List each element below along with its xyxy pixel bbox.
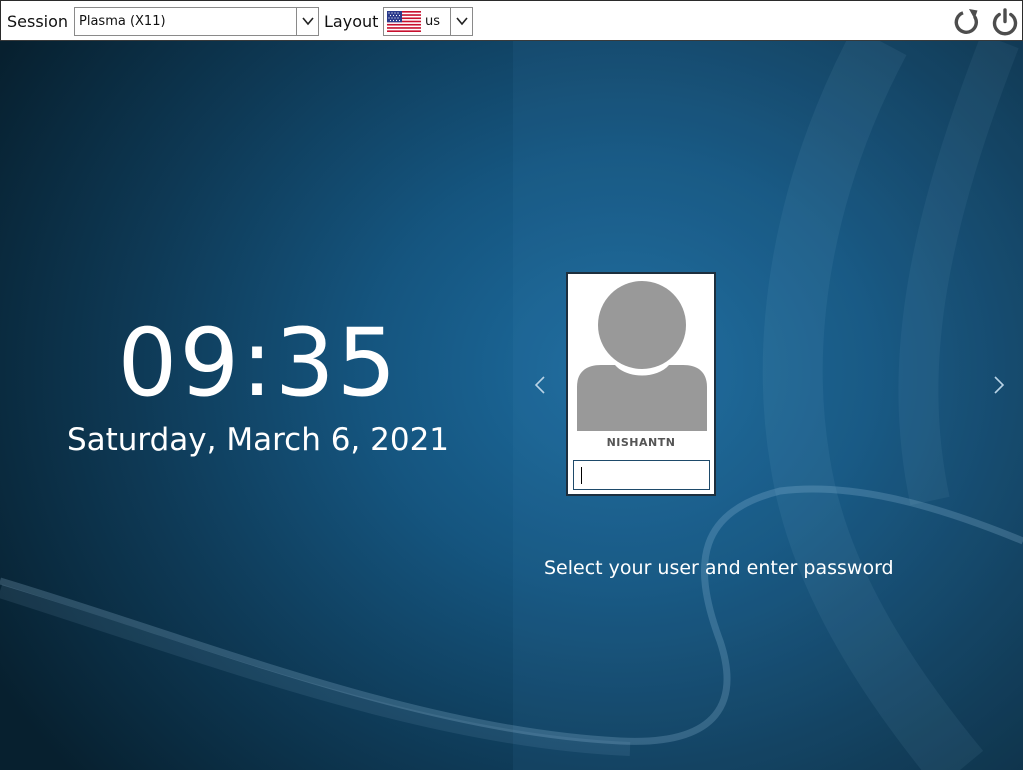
chevron-down-icon <box>456 17 468 26</box>
login-hint: Select your user and enter password <box>544 557 894 579</box>
power-icon <box>992 8 1018 36</box>
layout-dropdown-button[interactable] <box>450 8 472 35</box>
reboot-button[interactable] <box>952 7 982 37</box>
layout-select-value: us <box>425 14 441 29</box>
clock-date: Saturday, March 6, 2021 <box>66 422 450 458</box>
chevron-down-icon <box>302 17 314 26</box>
session-select-value: Plasma (X11) <box>79 14 166 29</box>
clock-time: 09:35 <box>117 309 399 418</box>
session-label: Session <box>7 12 69 31</box>
us-flag-icon <box>387 11 421 32</box>
user-card[interactable]: NISHANTN <box>566 272 716 496</box>
password-input[interactable] <box>573 460 710 490</box>
chevron-right-icon <box>994 376 1005 394</box>
previous-user-button[interactable] <box>533 374 547 396</box>
text-cursor <box>581 467 582 484</box>
top-bar: Session Plasma (X11) Layout us <box>0 0 1023 41</box>
layout-select[interactable]: us <box>383 7 473 36</box>
session-dropdown-button[interactable] <box>296 8 318 35</box>
username-label: NISHANTN <box>606 436 676 449</box>
layout-label: Layout <box>324 12 379 31</box>
reboot-icon <box>954 9 978 34</box>
next-user-button[interactable] <box>992 374 1006 396</box>
chevron-left-icon <box>534 376 545 394</box>
session-select[interactable]: Plasma (X11) <box>74 7 319 36</box>
user-avatar-icon <box>577 279 707 431</box>
shutdown-button[interactable] <box>990 7 1020 37</box>
